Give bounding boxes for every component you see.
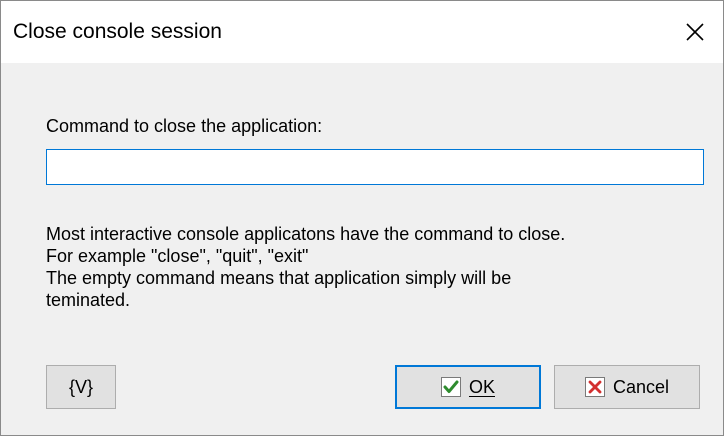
info-text: Most interactive console applicatons hav… [46, 223, 706, 311]
info-line: The empty command means that application… [46, 268, 512, 288]
close-button[interactable] [667, 1, 723, 63]
command-label: Command to close the application: [46, 116, 323, 136]
info-line: For example "close", "quit", "exit" [46, 246, 309, 266]
dialog-content: Command to close the application: Most i… [1, 63, 723, 435]
insert-variable-button[interactable]: {V} [46, 365, 116, 409]
x-mark-icon [584, 377, 605, 397]
ok-label: OK [468, 376, 495, 397]
cancel-button[interactable]: Cancel [554, 365, 700, 409]
insert-variable-label: {V} [68, 376, 94, 397]
info-line: Most interactive console applicatons hav… [46, 224, 566, 244]
ok-button[interactable]: OK [395, 365, 541, 409]
cancel-label: Cancel [612, 376, 670, 397]
window-title: Close console session [13, 20, 222, 43]
command-input[interactable] [46, 149, 704, 185]
info-line: teminated. [46, 290, 131, 310]
title-bar: Close console session [1, 1, 723, 63]
checkmark-icon [440, 377, 461, 397]
close-icon [686, 23, 704, 41]
dialog-window: Close console session Command to close t… [0, 0, 724, 436]
